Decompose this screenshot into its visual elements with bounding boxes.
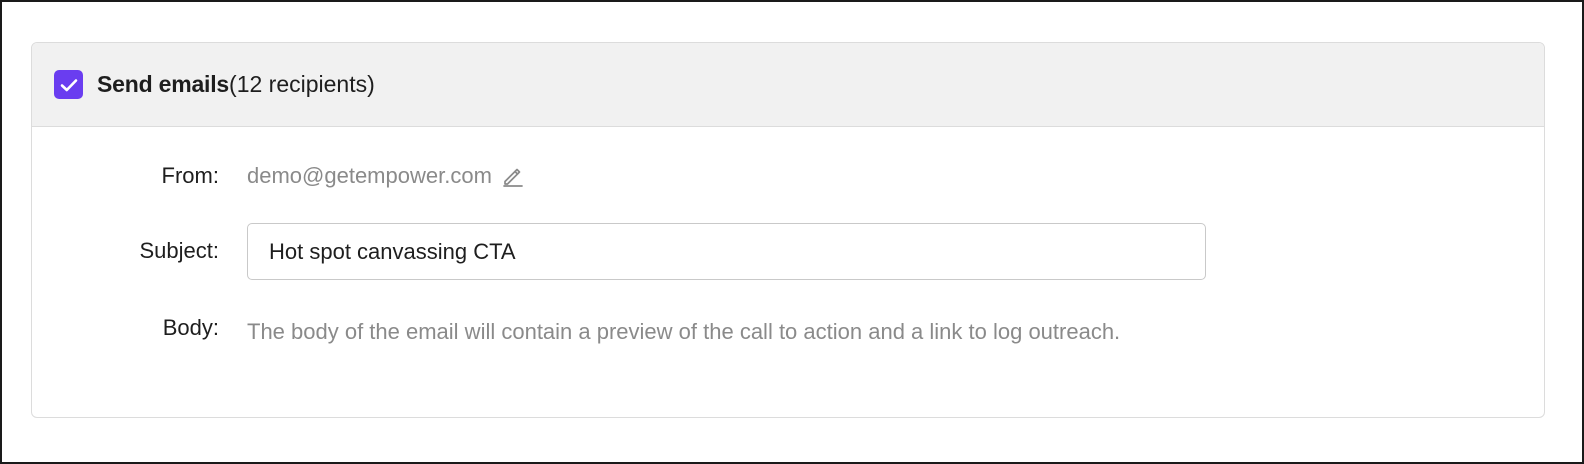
recipient-count: (12 recipients): [229, 71, 375, 97]
send-emails-checkbox[interactable]: [54, 70, 83, 99]
subject-input[interactable]: [247, 223, 1206, 280]
from-label: From:: [161, 163, 219, 188]
subject-label: Subject:: [139, 238, 220, 263]
send-emails-title: Send emails: [97, 71, 230, 97]
window-frame: Send emails (12 recipients) From: demo@g…: [0, 0, 1584, 464]
card-header: Send emails (12 recipients): [32, 43, 1544, 127]
pencil-icon[interactable]: [502, 165, 524, 187]
body-label: Body:: [162, 315, 219, 340]
from-email: demo@getempower.com: [247, 163, 492, 188]
body-description: The body of the email will contain a pre…: [247, 319, 1121, 344]
check-icon: [60, 78, 77, 91]
send-emails-card: Send emails (12 recipients) From: demo@g…: [31, 42, 1545, 418]
from-value-row: demo@getempower.com: [247, 163, 524, 189]
